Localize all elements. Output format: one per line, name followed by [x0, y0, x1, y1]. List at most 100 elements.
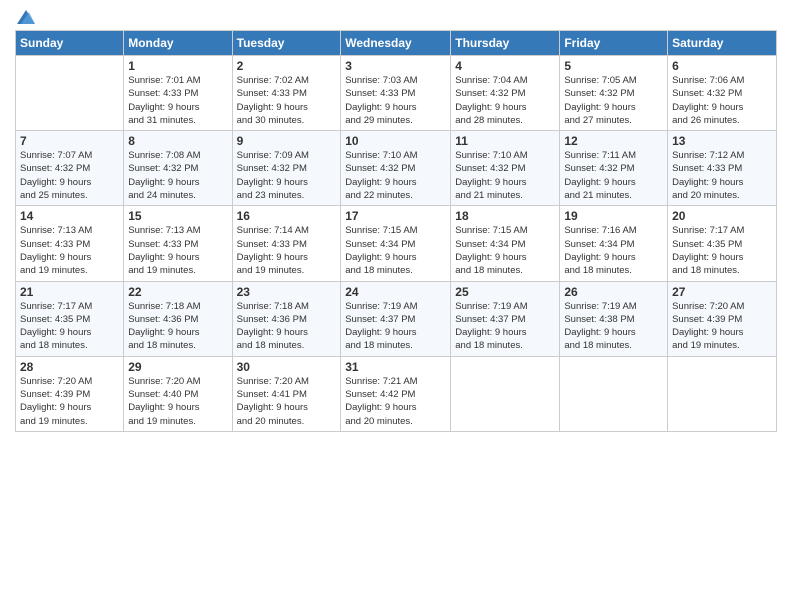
day-number: 29 — [128, 360, 227, 374]
day-info: Sunrise: 7:15 AMSunset: 4:34 PMDaylight:… — [345, 224, 446, 277]
day-info: Sunrise: 7:17 AMSunset: 4:35 PMDaylight:… — [20, 300, 119, 353]
calendar-cell — [560, 356, 668, 431]
calendar-cell — [16, 56, 124, 131]
day-number: 19 — [564, 209, 663, 223]
day-number: 11 — [455, 134, 555, 148]
day-info: Sunrise: 7:19 AMSunset: 4:37 PMDaylight:… — [455, 300, 555, 353]
calendar-cell: 22Sunrise: 7:18 AMSunset: 4:36 PMDayligh… — [124, 281, 232, 356]
calendar-cell: 6Sunrise: 7:06 AMSunset: 4:32 PMDaylight… — [668, 56, 777, 131]
calendar-cell: 19Sunrise: 7:16 AMSunset: 4:34 PMDayligh… — [560, 206, 668, 281]
calendar-cell: 5Sunrise: 7:05 AMSunset: 4:32 PMDaylight… — [560, 56, 668, 131]
calendar-cell: 4Sunrise: 7:04 AMSunset: 4:32 PMDaylight… — [451, 56, 560, 131]
day-info: Sunrise: 7:16 AMSunset: 4:34 PMDaylight:… — [564, 224, 663, 277]
day-info: Sunrise: 7:06 AMSunset: 4:32 PMDaylight:… — [672, 74, 772, 127]
day-info: Sunrise: 7:19 AMSunset: 4:37 PMDaylight:… — [345, 300, 446, 353]
day-number: 2 — [237, 59, 337, 73]
logo — [15, 10, 35, 24]
day-info: Sunrise: 7:10 AMSunset: 4:32 PMDaylight:… — [455, 149, 555, 202]
calendar-cell: 15Sunrise: 7:13 AMSunset: 4:33 PMDayligh… — [124, 206, 232, 281]
day-number: 22 — [128, 285, 227, 299]
calendar-week-row: 21Sunrise: 7:17 AMSunset: 4:35 PMDayligh… — [16, 281, 777, 356]
calendar-table: SundayMondayTuesdayWednesdayThursdayFrid… — [15, 30, 777, 432]
day-number: 20 — [672, 209, 772, 223]
calendar-header-thursday: Thursday — [451, 31, 560, 56]
calendar-header-monday: Monday — [124, 31, 232, 56]
calendar-cell: 17Sunrise: 7:15 AMSunset: 4:34 PMDayligh… — [341, 206, 451, 281]
day-info: Sunrise: 7:13 AMSunset: 4:33 PMDaylight:… — [20, 224, 119, 277]
calendar-cell: 20Sunrise: 7:17 AMSunset: 4:35 PMDayligh… — [668, 206, 777, 281]
day-number: 28 — [20, 360, 119, 374]
day-number: 7 — [20, 134, 119, 148]
day-info: Sunrise: 7:21 AMSunset: 4:42 PMDaylight:… — [345, 375, 446, 428]
calendar-header-tuesday: Tuesday — [232, 31, 341, 56]
day-number: 21 — [20, 285, 119, 299]
calendar-week-row: 28Sunrise: 7:20 AMSunset: 4:39 PMDayligh… — [16, 356, 777, 431]
day-info: Sunrise: 7:18 AMSunset: 4:36 PMDaylight:… — [237, 300, 337, 353]
day-number: 10 — [345, 134, 446, 148]
calendar-cell: 18Sunrise: 7:15 AMSunset: 4:34 PMDayligh… — [451, 206, 560, 281]
calendar-cell — [451, 356, 560, 431]
day-number: 17 — [345, 209, 446, 223]
day-info: Sunrise: 7:20 AMSunset: 4:39 PMDaylight:… — [672, 300, 772, 353]
calendar-header-friday: Friday — [560, 31, 668, 56]
day-number: 1 — [128, 59, 227, 73]
day-number: 9 — [237, 134, 337, 148]
calendar-week-row: 7Sunrise: 7:07 AMSunset: 4:32 PMDaylight… — [16, 131, 777, 206]
calendar-cell: 12Sunrise: 7:11 AMSunset: 4:32 PMDayligh… — [560, 131, 668, 206]
day-info: Sunrise: 7:15 AMSunset: 4:34 PMDaylight:… — [455, 224, 555, 277]
calendar-cell: 10Sunrise: 7:10 AMSunset: 4:32 PMDayligh… — [341, 131, 451, 206]
calendar-cell: 9Sunrise: 7:09 AMSunset: 4:32 PMDaylight… — [232, 131, 341, 206]
calendar-cell: 30Sunrise: 7:20 AMSunset: 4:41 PMDayligh… — [232, 356, 341, 431]
calendar-header-saturday: Saturday — [668, 31, 777, 56]
day-info: Sunrise: 7:11 AMSunset: 4:32 PMDaylight:… — [564, 149, 663, 202]
calendar-header-sunday: Sunday — [16, 31, 124, 56]
day-info: Sunrise: 7:01 AMSunset: 4:33 PMDaylight:… — [128, 74, 227, 127]
calendar-cell: 26Sunrise: 7:19 AMSunset: 4:38 PMDayligh… — [560, 281, 668, 356]
header — [15, 10, 777, 24]
day-info: Sunrise: 7:20 AMSunset: 4:40 PMDaylight:… — [128, 375, 227, 428]
day-info: Sunrise: 7:03 AMSunset: 4:33 PMDaylight:… — [345, 74, 446, 127]
day-info: Sunrise: 7:08 AMSunset: 4:32 PMDaylight:… — [128, 149, 227, 202]
calendar-cell: 29Sunrise: 7:20 AMSunset: 4:40 PMDayligh… — [124, 356, 232, 431]
day-number: 30 — [237, 360, 337, 374]
day-number: 5 — [564, 59, 663, 73]
calendar-cell: 8Sunrise: 7:08 AMSunset: 4:32 PMDaylight… — [124, 131, 232, 206]
day-info: Sunrise: 7:10 AMSunset: 4:32 PMDaylight:… — [345, 149, 446, 202]
day-info: Sunrise: 7:20 AMSunset: 4:41 PMDaylight:… — [237, 375, 337, 428]
calendar-cell: 14Sunrise: 7:13 AMSunset: 4:33 PMDayligh… — [16, 206, 124, 281]
calendar-cell: 1Sunrise: 7:01 AMSunset: 4:33 PMDaylight… — [124, 56, 232, 131]
day-number: 27 — [672, 285, 772, 299]
day-number: 31 — [345, 360, 446, 374]
day-number: 16 — [237, 209, 337, 223]
day-info: Sunrise: 7:19 AMSunset: 4:38 PMDaylight:… — [564, 300, 663, 353]
day-info: Sunrise: 7:07 AMSunset: 4:32 PMDaylight:… — [20, 149, 119, 202]
main-container: SundayMondayTuesdayWednesdayThursdayFrid… — [0, 0, 792, 442]
day-info: Sunrise: 7:02 AMSunset: 4:33 PMDaylight:… — [237, 74, 337, 127]
day-info: Sunrise: 7:17 AMSunset: 4:35 PMDaylight:… — [672, 224, 772, 277]
day-number: 14 — [20, 209, 119, 223]
calendar-cell: 7Sunrise: 7:07 AMSunset: 4:32 PMDaylight… — [16, 131, 124, 206]
calendar-header-wednesday: Wednesday — [341, 31, 451, 56]
day-number: 3 — [345, 59, 446, 73]
calendar-cell: 3Sunrise: 7:03 AMSunset: 4:33 PMDaylight… — [341, 56, 451, 131]
calendar-cell: 28Sunrise: 7:20 AMSunset: 4:39 PMDayligh… — [16, 356, 124, 431]
day-number: 4 — [455, 59, 555, 73]
calendar-cell: 13Sunrise: 7:12 AMSunset: 4:33 PMDayligh… — [668, 131, 777, 206]
calendar-cell: 16Sunrise: 7:14 AMSunset: 4:33 PMDayligh… — [232, 206, 341, 281]
day-info: Sunrise: 7:04 AMSunset: 4:32 PMDaylight:… — [455, 74, 555, 127]
calendar-cell: 31Sunrise: 7:21 AMSunset: 4:42 PMDayligh… — [341, 356, 451, 431]
day-number: 25 — [455, 285, 555, 299]
calendar-cell: 2Sunrise: 7:02 AMSunset: 4:33 PMDaylight… — [232, 56, 341, 131]
day-info: Sunrise: 7:20 AMSunset: 4:39 PMDaylight:… — [20, 375, 119, 428]
day-info: Sunrise: 7:14 AMSunset: 4:33 PMDaylight:… — [237, 224, 337, 277]
calendar-cell: 21Sunrise: 7:17 AMSunset: 4:35 PMDayligh… — [16, 281, 124, 356]
day-info: Sunrise: 7:18 AMSunset: 4:36 PMDaylight:… — [128, 300, 227, 353]
day-number: 18 — [455, 209, 555, 223]
calendar-header-row: SundayMondayTuesdayWednesdayThursdayFrid… — [16, 31, 777, 56]
logo-icon — [17, 10, 35, 24]
day-number: 23 — [237, 285, 337, 299]
day-info: Sunrise: 7:05 AMSunset: 4:32 PMDaylight:… — [564, 74, 663, 127]
calendar-cell: 25Sunrise: 7:19 AMSunset: 4:37 PMDayligh… — [451, 281, 560, 356]
calendar-cell — [668, 356, 777, 431]
day-number: 13 — [672, 134, 772, 148]
